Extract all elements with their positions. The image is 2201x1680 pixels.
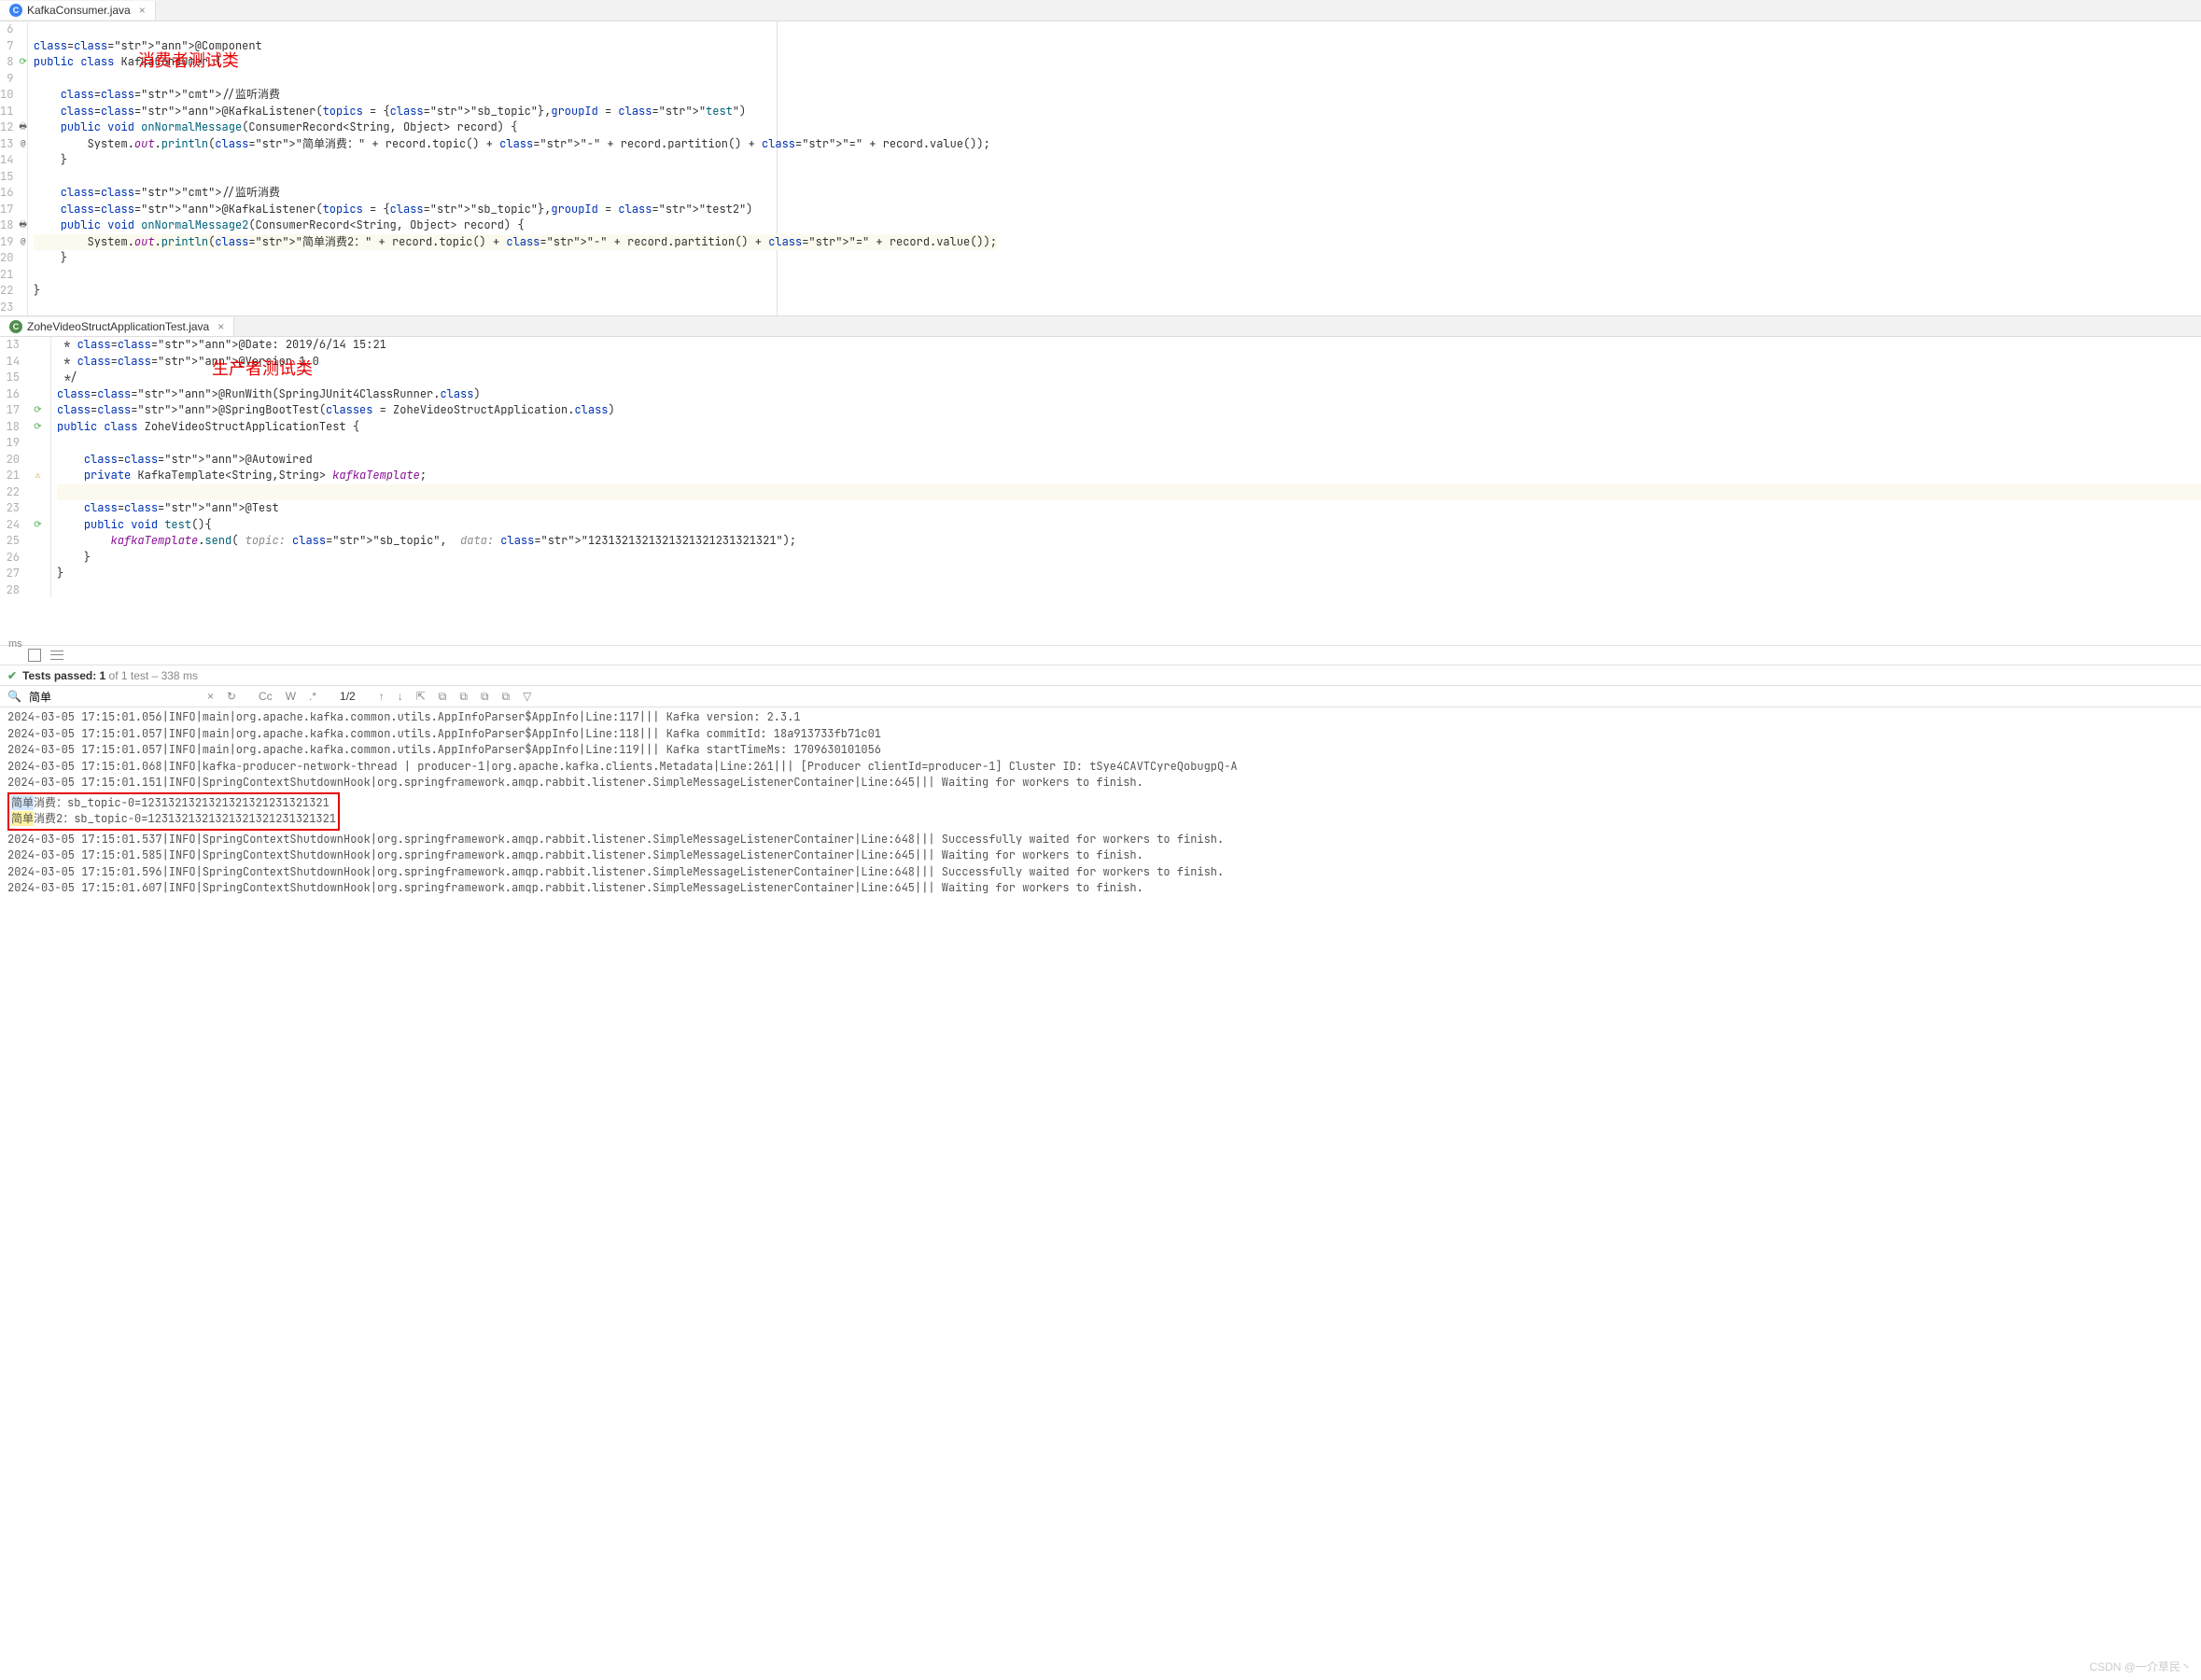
test-status-bar: ✔ Tests passed: 1 of 1 test – 338 ms bbox=[0, 665, 2201, 686]
editor-top: 67891011121314151617181920212223 ⟳🖶 @🖶 @… bbox=[0, 21, 2201, 315]
tab-bar-mid: C ZoheVideoStructApplicationTest.java × bbox=[0, 315, 2201, 337]
java-class-icon: C bbox=[9, 320, 22, 333]
tab-bar-top: C KafkaConsumer.java × bbox=[0, 0, 2201, 21]
annotation-producer: 生产者测试类 bbox=[212, 356, 313, 380]
tab-label: ZoheVideoStructApplicationTest.java bbox=[27, 320, 209, 333]
code-mid[interactable]: * class=class="str">"ann">@Date: 2019/6/… bbox=[51, 337, 2201, 598]
watermark: CSDN @一介草民丶 bbox=[2089, 1659, 2192, 1674]
gutter-marks-mid: ⟳⟳⚠⟳ bbox=[25, 337, 50, 598]
ms-label: ms bbox=[8, 638, 22, 650]
gutter-top: 67891011121314151617181920212223 bbox=[0, 21, 19, 315]
close-icon[interactable]: × bbox=[139, 4, 146, 17]
gutter-marks-top: ⟳🖶 @🖶 @ bbox=[19, 21, 27, 315]
case-toggle[interactable]: Cc bbox=[256, 690, 275, 703]
tab-test-class[interactable]: C ZoheVideoStructApplicationTest.java × bbox=[0, 317, 234, 336]
annotation-consumer: 消费者测试类 bbox=[138, 48, 239, 72]
filter-1-icon[interactable]: ⧉ bbox=[436, 690, 450, 704]
filter-4-icon[interactable]: ⧉ bbox=[499, 690, 513, 704]
tab-label: KafkaConsumer.java bbox=[27, 4, 131, 17]
word-toggle[interactable]: W bbox=[283, 690, 299, 703]
console-toolbar: ms bbox=[0, 645, 2201, 665]
editor-mid: 13141516171819202122232425262728 ⟳⟳⚠⟳ 生产… bbox=[0, 337, 2201, 598]
java-class-icon: C bbox=[9, 4, 22, 17]
expand-icon[interactable]: ⇱ bbox=[414, 690, 428, 703]
filter-3-icon[interactable]: ⧉ bbox=[478, 690, 492, 704]
tab-kafka-consumer[interactable]: C KafkaConsumer.java × bbox=[0, 1, 156, 20]
regex-toggle[interactable]: .* bbox=[306, 690, 319, 703]
close-icon[interactable]: × bbox=[217, 320, 224, 333]
test-pass-text: Tests passed: 1 of 1 test – 338 ms bbox=[22, 669, 198, 682]
history-icon[interactable]: ↻ bbox=[224, 690, 239, 703]
console-output[interactable]: 2024-03-05 17:15:01.056|INFO|main|org.ap… bbox=[0, 707, 2201, 899]
next-match-icon[interactable]: ↓ bbox=[395, 690, 406, 703]
funnel-icon[interactable]: ▽ bbox=[520, 690, 534, 703]
search-input[interactable] bbox=[29, 690, 197, 703]
gutter-mid: 13141516171819202122232425262728 bbox=[0, 337, 25, 598]
filter-2-icon[interactable]: ⧉ bbox=[456, 690, 470, 704]
check-icon: ✔ bbox=[7, 669, 17, 682]
search-icon: 🔍 bbox=[7, 690, 21, 703]
console-search-bar: 🔍 × ↻ Cc W .* 1/2 ↑ ↓ ⇱ ⧉ ⧉ ⧉ ⧉ ▽ bbox=[0, 686, 2201, 707]
prev-match-icon[interactable]: ↑ bbox=[376, 690, 387, 703]
match-count: 1/2 bbox=[340, 690, 356, 703]
clear-search-icon[interactable]: × bbox=[204, 690, 217, 703]
layout-icon[interactable] bbox=[28, 649, 41, 662]
soft-wrap-icon[interactable] bbox=[50, 649, 63, 662]
